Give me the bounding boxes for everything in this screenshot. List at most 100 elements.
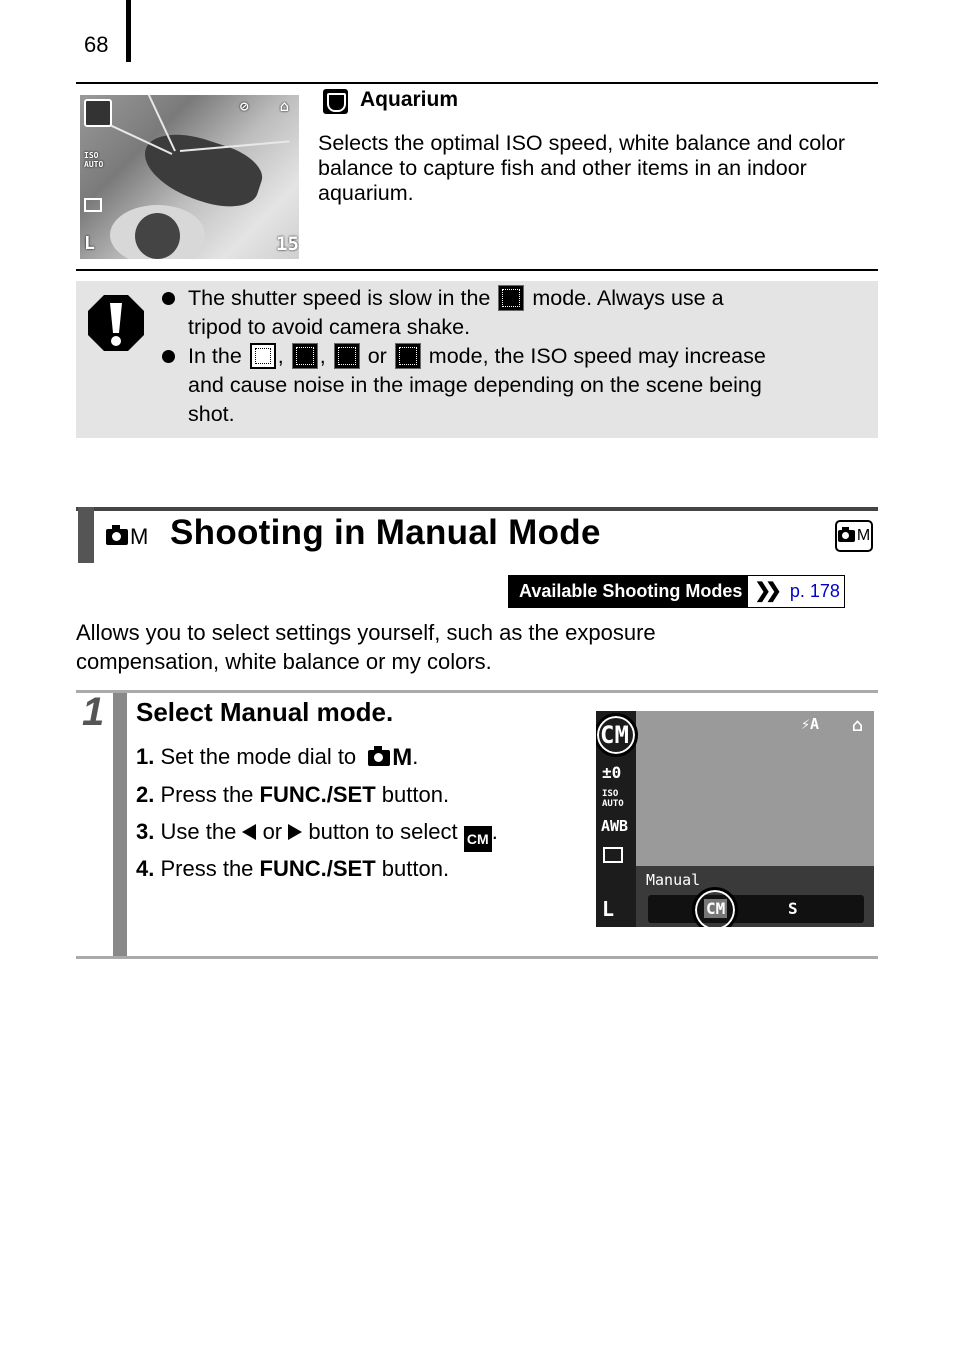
instruction-text: Set the mode dial to bbox=[160, 744, 357, 769]
page-link[interactable]: p. 178 bbox=[790, 576, 840, 607]
mode-letter: M bbox=[856, 527, 871, 544]
lcd-mode-label: Manual bbox=[646, 871, 701, 889]
available-modes-link[interactable]: ❯❯ p. 178 bbox=[748, 576, 844, 607]
lcd-image-size: L bbox=[602, 897, 615, 921]
caution-text: In the bbox=[188, 344, 242, 368]
night-snapshot-icon bbox=[249, 343, 276, 369]
single-shot-icon bbox=[84, 198, 102, 212]
func-set-label: FUNC./SET bbox=[259, 856, 376, 881]
instruction-text: Use the bbox=[160, 819, 237, 844]
caution-box: The shutter speed is slow in the mode. A… bbox=[76, 281, 878, 438]
section-title: Shooting in Manual Mode bbox=[170, 513, 601, 552]
lcd-drive-icon bbox=[603, 847, 623, 863]
mode-letter: M bbox=[392, 744, 413, 771]
camera-icon bbox=[368, 746, 391, 766]
available-modes-reference: Available Shooting Modes ❯❯ p. 178 bbox=[508, 575, 845, 608]
caution-text: tripod to avoid camera shake. bbox=[188, 315, 471, 339]
punctuation: . bbox=[412, 744, 419, 769]
separator: , bbox=[277, 344, 284, 368]
instruction-number: 2. bbox=[136, 782, 155, 807]
divider bbox=[76, 82, 878, 84]
section-marker bbox=[78, 507, 94, 563]
instruction-text: button. bbox=[381, 856, 450, 881]
lcd-iso-auto: AUTO bbox=[602, 799, 624, 809]
caution-text: The shutter speed is slow in the bbox=[188, 286, 491, 310]
caution-item: In the , , or mode, the ISO speed may in… bbox=[162, 342, 868, 429]
lcd-white-balance: AWB bbox=[601, 817, 629, 835]
aquarium-sample-photo: ⊘ ⌂ ISO AUTO L 15 bbox=[80, 95, 299, 259]
instruction-text: button to select bbox=[308, 819, 458, 844]
caution-item: The shutter speed is slow in the mode. A… bbox=[162, 284, 868, 342]
camera-icon bbox=[106, 525, 128, 545]
instruction-number: 1. bbox=[136, 744, 155, 769]
punctuation: . bbox=[491, 819, 498, 844]
bullet bbox=[162, 350, 175, 363]
lcd-exposure: ±0 bbox=[602, 763, 622, 782]
caution-text: or bbox=[367, 344, 387, 368]
caution-text: shot. bbox=[188, 402, 235, 426]
page-number-bar bbox=[126, 0, 131, 62]
instruction-text: button. bbox=[381, 782, 450, 807]
flash-auto-icon: ⚡A bbox=[801, 715, 820, 733]
shots-remaining: 15 bbox=[276, 233, 299, 255]
indoor-party-icon bbox=[333, 343, 360, 369]
step-instruction: 4. Press the FUNC./SET button. bbox=[136, 856, 449, 882]
manual-mode-badge: M bbox=[835, 520, 873, 552]
step-rule bbox=[76, 956, 878, 959]
func-set-label: FUNC./SET bbox=[259, 782, 376, 807]
caution-text: and cause noise in the image depending o… bbox=[188, 373, 762, 397]
iso-auto-indicator: ISO AUTO bbox=[84, 151, 103, 169]
photo-shrimp bbox=[135, 122, 269, 218]
caution-text: mode, the ISO speed may increase bbox=[428, 344, 766, 368]
lcd-mode-strip bbox=[648, 895, 864, 923]
step-rule bbox=[76, 690, 878, 693]
flash-off-icon: ⊘ bbox=[240, 99, 249, 115]
instruction-number: 4. bbox=[136, 856, 155, 881]
step-instruction: 2. Press the FUNC./SET button. bbox=[136, 782, 449, 808]
instruction-number: 3. bbox=[136, 819, 155, 844]
iso-auto-label: AUTO bbox=[84, 160, 104, 169]
camera-icon bbox=[837, 527, 855, 542]
instruction-text: Press the bbox=[160, 856, 254, 881]
section-intro: Allows you to select settings yourself, … bbox=[76, 618, 876, 676]
lcd-iso: ISO AUTO bbox=[602, 789, 624, 809]
aquarium-icon bbox=[394, 343, 421, 369]
highlight-ring bbox=[692, 887, 738, 927]
lcd-stitch-assist-option: S bbox=[788, 899, 798, 918]
divider bbox=[76, 269, 878, 271]
lcd-iso-label: ISO bbox=[602, 789, 619, 799]
image-size-indicator: L bbox=[84, 233, 95, 254]
step-title: Select Manual mode. bbox=[136, 697, 394, 727]
kids-pets-icon bbox=[291, 343, 318, 369]
manual-mode-icon: M bbox=[368, 744, 412, 772]
camera-orientation-icon: ⌂ bbox=[280, 97, 290, 115]
step-number: 1 bbox=[82, 690, 105, 734]
right-arrow-icon bbox=[288, 824, 303, 840]
caution-text: mode. Always use a bbox=[532, 286, 724, 310]
separator: , bbox=[319, 344, 326, 368]
page-number: 68 bbox=[84, 32, 109, 57]
mode-letter: M bbox=[130, 524, 149, 549]
aquarium-mode-icon bbox=[323, 89, 348, 114]
section-rule bbox=[76, 507, 878, 511]
intro-text: Allows you to select settings yourself, … bbox=[76, 620, 656, 645]
double-chevron-icon: ❯❯ bbox=[754, 580, 781, 602]
caution-exclamation-icon bbox=[88, 295, 144, 351]
highlight-ring bbox=[596, 713, 638, 757]
step-bar bbox=[113, 693, 127, 956]
aquarium-title: Aquarium bbox=[360, 88, 459, 111]
manual-cm-icon: CM bbox=[463, 826, 492, 852]
iso-label: ISO bbox=[84, 151, 99, 160]
instruction-text: or bbox=[262, 819, 283, 844]
manual-mode-icon: M bbox=[106, 524, 148, 550]
aquarium-osd-icon bbox=[84, 99, 112, 127]
available-modes-label: Available Shooting Modes bbox=[509, 576, 749, 607]
intro-text: compensation, white balance or my colors… bbox=[76, 649, 492, 674]
step-instruction: 3. Use the or button to select CM. bbox=[136, 819, 498, 852]
fireworks-mode-icon bbox=[498, 285, 525, 311]
photo-rock-shadow bbox=[135, 213, 180, 259]
camera-lcd-screenshot: CM ±0 ISO AUTO AWB L ⚡A ⌂ Manual CM S bbox=[596, 711, 874, 927]
left-arrow-icon bbox=[242, 824, 257, 840]
instruction-text: Press the bbox=[160, 782, 254, 807]
bullet bbox=[162, 292, 175, 305]
